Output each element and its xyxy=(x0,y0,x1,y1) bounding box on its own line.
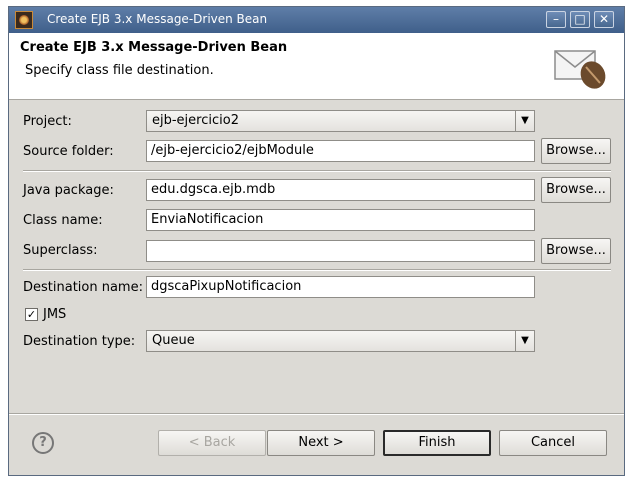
help-icon[interactable]: ? xyxy=(32,432,54,454)
title-bar[interactable]: Create EJB 3.x Message-Driven Bean – □ ✕ xyxy=(9,7,624,33)
destination-name-label: Destination name: xyxy=(23,280,143,295)
superclass-input[interactable] xyxy=(146,240,535,262)
superclass-label: Superclass: xyxy=(23,243,98,258)
java-package-input[interactable]: edu.dgsca.ejb.mdb xyxy=(146,179,535,201)
chevron-down-icon: ▼ xyxy=(515,331,534,351)
finish-button[interactable]: Finish xyxy=(383,430,491,456)
destination-type-combo[interactable]: Queue ▼ xyxy=(146,330,535,352)
separator xyxy=(23,269,611,271)
destination-name-input[interactable]: dgscaPixupNotificacion xyxy=(146,276,535,298)
close-button[interactable]: ✕ xyxy=(594,11,614,28)
next-button[interactable]: Next > xyxy=(267,430,375,456)
source-folder-browse-button[interactable]: Browse... xyxy=(541,138,611,164)
minimize-button[interactable]: – xyxy=(546,11,566,28)
class-name-label: Class name: xyxy=(23,213,103,228)
page-title: Create EJB 3.x Message-Driven Bean xyxy=(20,40,288,55)
project-value: ejb-ejercicio2 xyxy=(152,113,239,128)
java-package-label: Java package: xyxy=(23,183,114,198)
source-folder-input[interactable]: /ejb-ejercicio2/ejbModule xyxy=(146,140,535,162)
project-label: Project: xyxy=(23,114,72,129)
envelope-coffee-bean-icon xyxy=(554,50,606,89)
wizard-header: Create EJB 3.x Message-Driven Bean Speci… xyxy=(9,33,624,100)
back-button[interactable]: < Back xyxy=(158,430,266,456)
footer-separator xyxy=(9,413,624,415)
page-subtitle: Specify class file destination. xyxy=(25,63,214,78)
wizard-dialog: Create EJB 3.x Message-Driven Bean – □ ✕… xyxy=(8,6,625,476)
eclipse-app-icon xyxy=(15,11,33,29)
java-package-browse-button[interactable]: Browse... xyxy=(541,177,611,203)
jms-label: JMS xyxy=(43,307,67,322)
maximize-button[interactable]: □ xyxy=(570,11,590,28)
cancel-button[interactable]: Cancel xyxy=(499,430,607,456)
destination-type-value: Queue xyxy=(152,333,195,348)
superclass-browse-button[interactable]: Browse... xyxy=(541,238,611,264)
window-title: Create EJB 3.x Message-Driven Bean xyxy=(47,12,268,26)
destination-type-label: Destination type: xyxy=(23,334,136,349)
project-combo[interactable]: ejb-ejercicio2 ▼ xyxy=(146,110,535,132)
chevron-down-icon: ▼ xyxy=(515,111,534,131)
source-folder-label: Source folder: xyxy=(23,144,114,159)
jms-checkbox[interactable]: ✓ xyxy=(25,308,38,321)
class-name-input[interactable]: EnviaNotificacion xyxy=(146,209,535,231)
separator xyxy=(23,170,611,172)
